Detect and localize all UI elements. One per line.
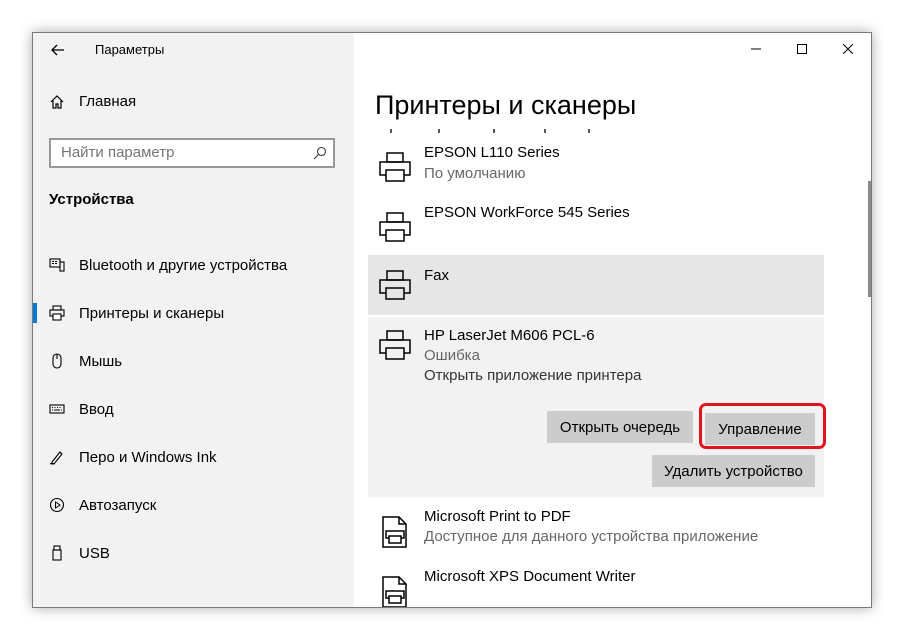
sidebar-item-autoplay[interactable]: Автозапуск [33,481,354,529]
tick-mark [588,129,590,133]
sidebar-item-label: Принтеры и сканеры [79,304,225,322]
sidebar-home-label: Главная [79,93,137,110]
printer-item-hp-laserjet[interactable]: HP LaserJet M606 PCL-6 Ошибка Открыть пр… [368,317,826,497]
maximize-icon [797,44,807,54]
list-top-marks [390,129,590,135]
settings-window: Параметры Главная Устройства Bluetooth и… [32,32,872,608]
printer-status: Ошибка [424,347,480,364]
scrollbar-thumb[interactable] [868,181,871,297]
printer-icon [379,152,411,182]
sidebar-item-mouse[interactable]: Мышь [33,337,354,385]
sidebar-item-usb[interactable]: USB [33,529,354,577]
page-title: Принтеры и сканеры [375,90,637,120]
back-button[interactable] [45,37,71,63]
sidebar-item-typing[interactable]: Ввод [33,385,354,433]
minimize-icon [751,48,761,50]
back-arrow-icon [51,44,64,56]
mouse-icon [49,353,65,369]
printer-name: Microsoft Print to PDF [424,508,571,525]
tick-mark [390,129,392,133]
section-title: Устройства [49,191,134,208]
sidebar: Параметры Главная Устройства Bluetooth и… [33,33,354,607]
sidebar-item-label: Мышь [79,352,123,370]
tick-mark [544,129,546,133]
pdf-printer-icon [382,516,407,548]
xps-printer-icon [382,576,407,607]
pen-icon [49,449,65,465]
printer-name: Microsoft XPS Document Writer [424,568,636,585]
printer-name: EPSON L110 Series [424,144,560,161]
autoplay-icon [49,497,65,513]
manage-button-highlight [699,403,826,449]
usb-icon [49,545,65,561]
main-content: Принтеры и сканеры EPSON L110 Series По … [354,33,871,607]
tick-mark [493,129,495,133]
printer-item-fax[interactable]: Fax [368,255,824,315]
keyboard-icon [49,401,65,417]
search-icon[interactable] [313,146,327,160]
search-input[interactable] [61,144,301,161]
sidebar-item-label: Ввод [79,400,114,418]
close-button[interactable] [825,33,871,65]
open-queue-button[interactable]: Открыть очередь [547,411,693,443]
tick-mark [438,129,440,133]
close-icon [843,44,853,54]
window-title: Параметры [95,42,165,57]
sidebar-item-pen[interactable]: Перо и Windows Ink [33,433,354,481]
search-box[interactable] [49,138,335,168]
sidebar-item-label: Автозапуск [79,496,157,514]
printer-icon [49,305,65,321]
bluetooth-devices-icon [49,257,65,273]
window-controls [733,33,871,65]
printer-item-epson-workforce[interactable]: EPSON WorkForce 545 Series [368,199,824,255]
maximize-button[interactable] [779,33,825,65]
open-printer-app-link[interactable]: Открыть приложение принтера [424,367,641,384]
printer-icon [379,330,411,360]
remove-device-button[interactable]: Удалить устройство [652,455,815,487]
home-icon [50,94,64,109]
printer-item-ms-xps-writer[interactable]: Microsoft XPS Document Writer [368,563,824,607]
printer-icon [379,212,411,242]
printer-name: Fax [424,267,450,284]
printer-name: EPSON WorkForce 545 Series [424,204,630,221]
sidebar-item-bluetooth[interactable]: Bluetooth и другие устройства [33,241,354,289]
sidebar-home[interactable]: Главная [49,93,136,110]
sidebar-item-label: Bluetooth и другие устройства [79,256,288,274]
sidebar-nav: Bluetooth и другие устройства Принтеры и… [33,241,354,577]
printer-item-epson-l110[interactable]: EPSON L110 Series По умолчанию [368,139,824,195]
printer-status: По умолчанию [424,165,526,182]
printer-status: Доступное для данного устройства приложе… [424,528,759,545]
printer-item-ms-print-to-pdf[interactable]: Microsoft Print to PDF Доступное для дан… [368,503,824,559]
minimize-button[interactable] [733,33,779,65]
sidebar-item-printers[interactable]: Принтеры и сканеры [33,289,354,337]
sidebar-item-label: USB [79,544,110,562]
printer-icon [379,270,411,300]
sidebar-item-label: Перо и Windows Ink [79,448,217,466]
printer-name: HP LaserJet M606 PCL-6 [424,327,595,344]
